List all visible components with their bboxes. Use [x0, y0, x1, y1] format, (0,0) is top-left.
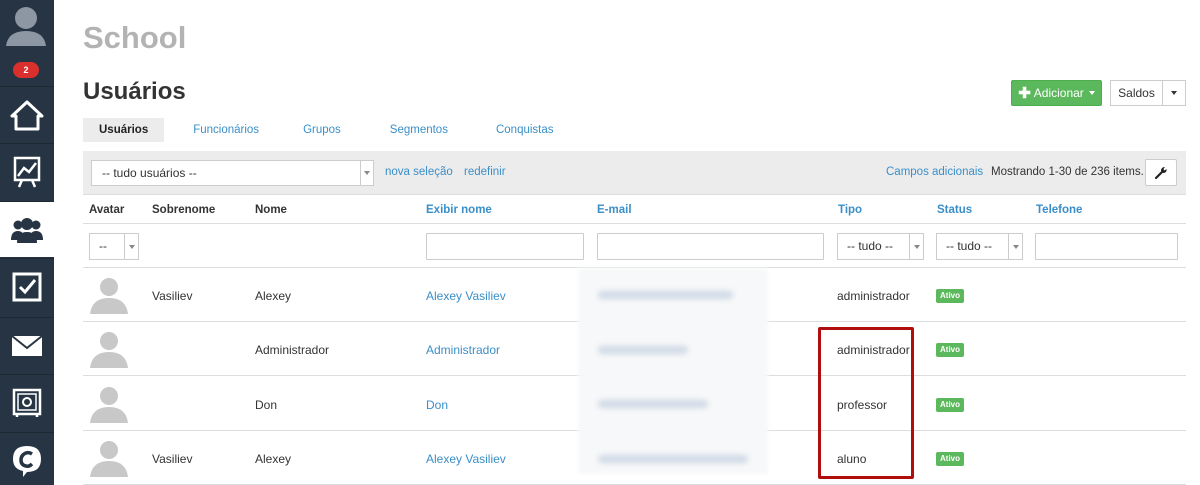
email-redacted: [598, 346, 688, 354]
type-column-highlight: [818, 327, 914, 479]
cell-name: Alexey: [255, 289, 292, 303]
cell-name: Administrador: [255, 343, 330, 357]
avatar-placeholder-icon: [90, 278, 128, 314]
col-avatar: Avatar: [89, 204, 125, 216]
divider: [83, 223, 1186, 224]
col-status[interactable]: Status: [937, 204, 972, 216]
chat-logo-icon: [13, 445, 41, 477]
tabs: Usuários Funcionários Grupos Segmentos C…: [83, 118, 570, 142]
home-icon: [10, 100, 44, 130]
sidebar-item-chat[interactable]: [0, 432, 54, 485]
cell-display-name-link[interactable]: Don: [426, 398, 448, 412]
col-type[interactable]: Tipo: [838, 204, 862, 216]
col-display-name[interactable]: Exibir nome: [426, 204, 492, 216]
tab-segmentos[interactable]: Segmentos: [374, 118, 464, 142]
email-redacted: [598, 455, 748, 463]
caret-down-icon: [1171, 91, 1177, 95]
cell-name: Alexey: [255, 452, 292, 466]
status-badge: Ativo: [936, 289, 964, 303]
tab-usuarios[interactable]: Usuários: [83, 118, 165, 142]
sidebar: 2: [0, 0, 54, 485]
display-name-filter-input[interactable]: [426, 233, 584, 260]
email-redacted: [598, 400, 708, 408]
caret-down-icon: [1008, 234, 1022, 259]
cell-type: administrador: [837, 289, 910, 303]
tab-funcionarios[interactable]: Funcionários: [177, 118, 275, 142]
sidebar-item-users[interactable]: [0, 201, 54, 257]
cell-name: Don: [255, 398, 278, 412]
filter-bar: -- tudo usuários -- nova seleção redefin…: [83, 151, 1186, 195]
user-avatar[interactable]: [0, 0, 54, 56]
user-selection-value: -- tudo usuários --: [102, 166, 197, 180]
school-title: School: [83, 20, 187, 55]
cell-surname: Vasiliev: [152, 452, 193, 466]
cell-surname: Vasiliev: [152, 289, 193, 303]
email-filter-input[interactable]: [597, 233, 824, 260]
plus-icon: ✚: [1018, 84, 1031, 102]
safe-icon: [12, 388, 42, 417]
user-selection-select[interactable]: -- tudo usuários --: [91, 160, 374, 186]
cell-display-name-link[interactable]: Administrador: [426, 343, 500, 357]
cell-display-name-link[interactable]: Alexey Vasiliev: [426, 452, 506, 466]
phone-filter-input[interactable]: [1035, 233, 1178, 260]
saldos-dropdown-toggle[interactable]: [1162, 80, 1186, 106]
avatar-filter-select[interactable]: --: [89, 233, 139, 260]
chart-icon: [13, 156, 41, 187]
avatar-filter-value: --: [99, 239, 107, 253]
col-surname: Sobrenome: [152, 204, 216, 216]
reset-link[interactable]: redefinir: [464, 166, 506, 178]
add-button-label: Adicionar: [1033, 86, 1084, 100]
cell-display-name-link[interactable]: Alexey Vasiliev: [426, 289, 506, 303]
sidebar-item-safe[interactable]: [0, 374, 54, 430]
col-name: Nome: [255, 204, 287, 216]
col-phone[interactable]: Telefone: [1036, 204, 1082, 216]
wrench-icon: [1154, 166, 1167, 179]
notification-badge[interactable]: 2: [13, 62, 39, 78]
users-icon: [11, 217, 43, 243]
status-badge: Ativo: [936, 398, 964, 412]
tab-grupos[interactable]: Grupos: [287, 118, 357, 142]
caret-down-icon: [360, 161, 373, 185]
avatar-icon: [6, 7, 46, 46]
col-email[interactable]: E-mail: [597, 204, 632, 216]
caret-down-icon: [1088, 91, 1095, 95]
status-badge: Ativo: [936, 343, 964, 357]
caret-down-icon: [124, 234, 138, 259]
avatar-placeholder-icon: [90, 387, 128, 423]
status-filter-value: -- tudo --: [946, 239, 993, 253]
mail-icon: [11, 334, 43, 356]
checkbox-icon: [12, 272, 42, 301]
sidebar-item-messages[interactable]: [0, 317, 54, 373]
avatar-placeholder-icon: [90, 332, 128, 368]
tab-conquistas[interactable]: Conquistas: [480, 118, 570, 142]
add-button[interactable]: ✚ Adicionar: [1011, 80, 1102, 106]
saldos-button[interactable]: Saldos: [1110, 80, 1162, 106]
avatar-placeholder-icon: [90, 441, 128, 477]
type-filter-select[interactable]: -- tudo --: [837, 233, 924, 260]
extra-fields-link[interactable]: Campos adicionais: [886, 166, 983, 178]
status-filter-select[interactable]: -- tudo --: [936, 233, 1023, 260]
status-badge: Ativo: [936, 452, 964, 466]
sidebar-item-reports[interactable]: [0, 143, 54, 199]
page-title: Usuários: [83, 78, 186, 105]
pagination-summary: Mostrando 1-30 de 236 items.: [991, 166, 1144, 178]
new-selection-link[interactable]: nova seleção: [385, 166, 453, 178]
type-filter-value: -- tudo --: [847, 239, 894, 253]
email-redacted: [598, 291, 733, 299]
sidebar-item-home[interactable]: [0, 86, 54, 142]
caret-down-icon: [909, 234, 923, 259]
sidebar-item-tasks[interactable]: [0, 258, 54, 314]
settings-button[interactable]: [1145, 159, 1177, 186]
